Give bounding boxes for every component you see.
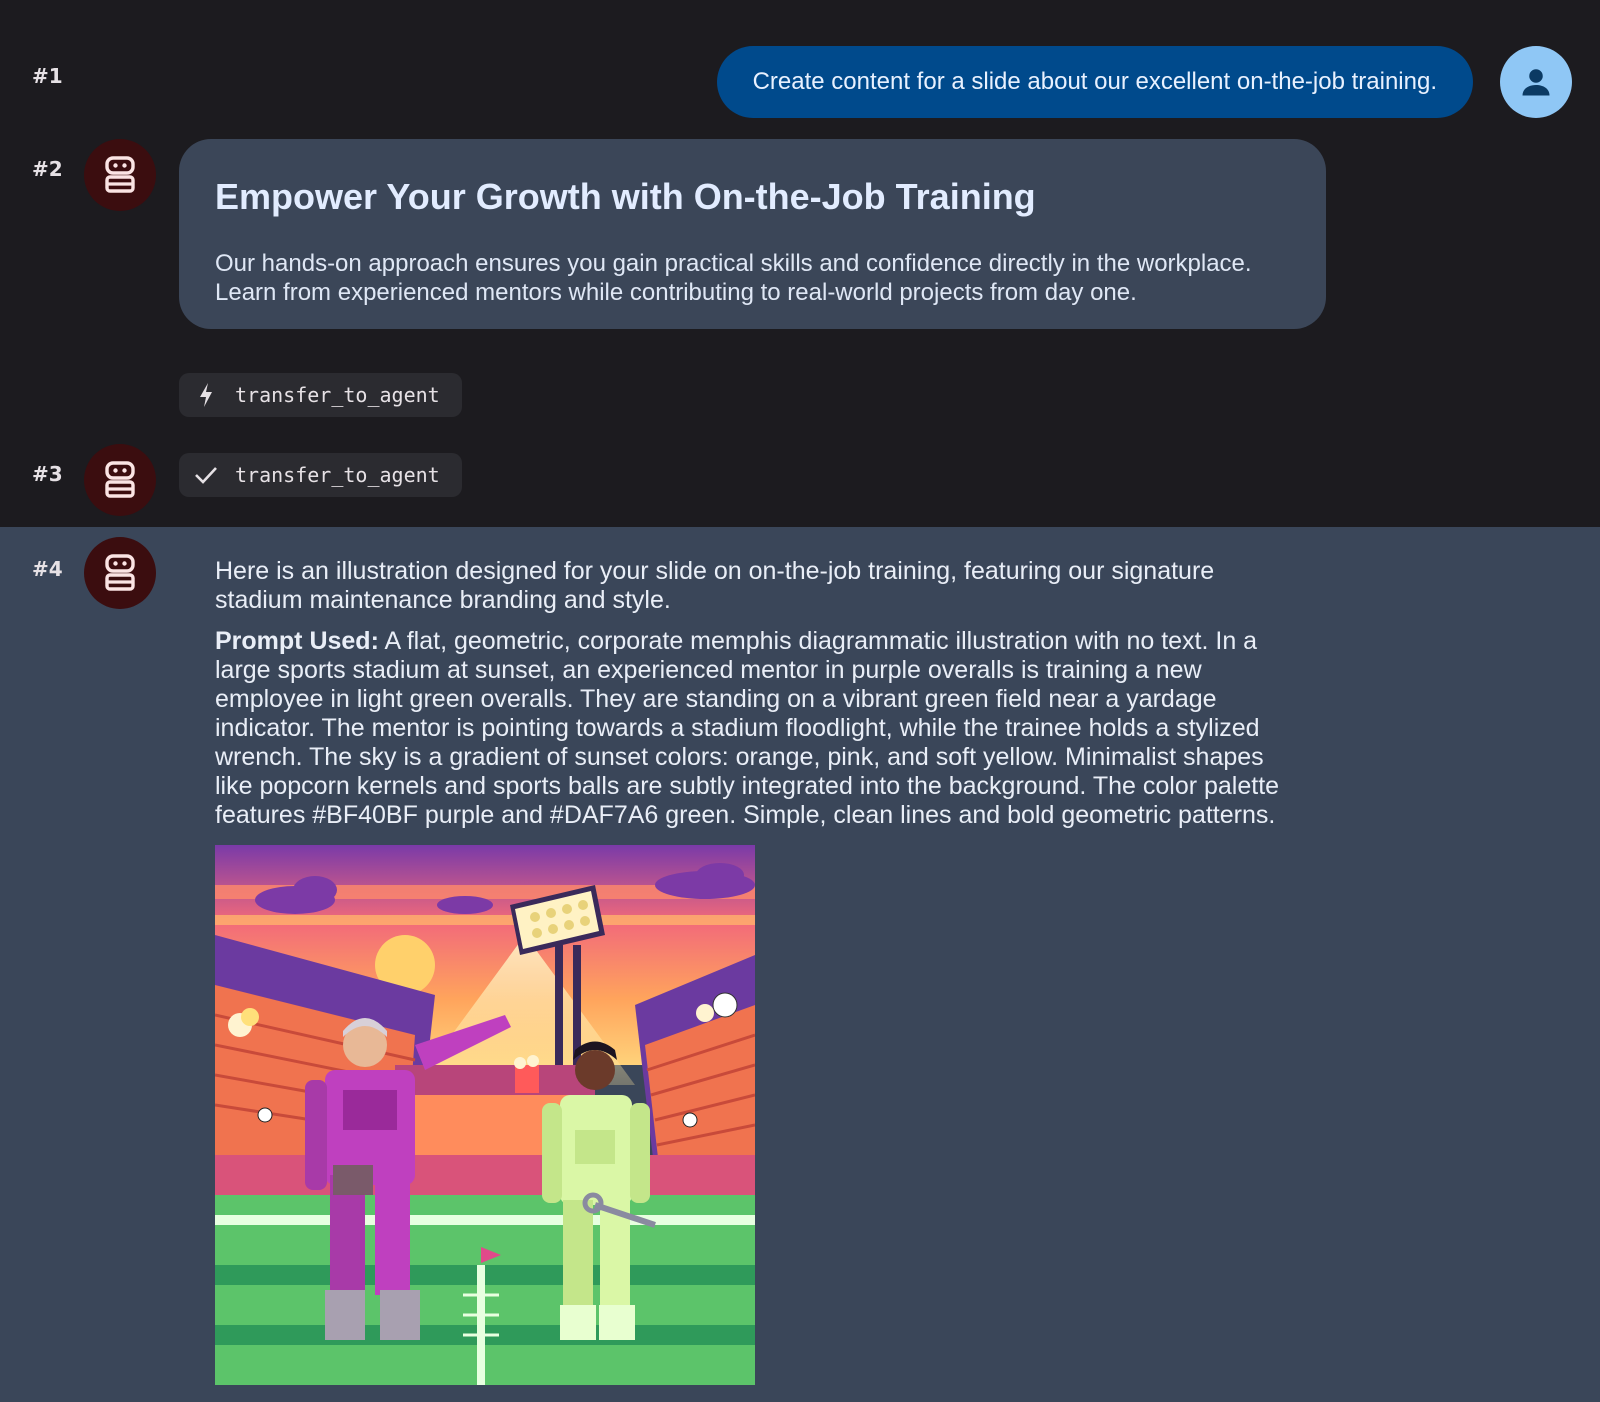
- message-index: #2: [32, 157, 63, 181]
- robot-icon: [105, 461, 135, 498]
- user-message-bubble: Create content for a slide about our exc…: [716, 46, 1473, 118]
- agent-message-bubble: Empower Your Growth with On-the-Job Trai…: [179, 139, 1326, 329]
- tool-call-name: transfer_to_agent: [235, 383, 440, 407]
- person-icon: [1522, 69, 1550, 96]
- message-index: #3: [32, 462, 63, 486]
- agent-avatar: [84, 444, 156, 516]
- message-index: #1: [32, 64, 63, 88]
- slide-title: Empower Your Growth with On-the-Job Trai…: [215, 176, 1036, 217]
- agent-avatar: [84, 537, 156, 609]
- robot-icon: [105, 554, 135, 591]
- slide-body: Our hands-on approach ensures you gain p…: [215, 250, 1252, 306]
- user-avatar: [1500, 46, 1572, 118]
- stadium-training-illustration[interactable]: [215, 845, 755, 1385]
- yardage-indicator: [477, 1265, 485, 1385]
- intro-text: Here is an illustration designed for you…: [215, 557, 1215, 614]
- robot-icon: [105, 156, 135, 193]
- message-4: #4 Here is an illustration designed for …: [0, 527, 1600, 1402]
- agent-avatar: [84, 139, 156, 211]
- tool-call-chip[interactable]: transfer_to_agent: [179, 373, 462, 417]
- field: [215, 1195, 755, 1385]
- prompt-label: Prompt Used:: [215, 627, 379, 655]
- tool-result-name: transfer_to_agent: [235, 463, 440, 487]
- lightning-icon: [193, 382, 219, 408]
- tool-result-chip[interactable]: transfer_to_agent: [179, 453, 462, 497]
- agent-message-text: Here is an illustration designed for you…: [215, 557, 1305, 842]
- message-index: #4: [32, 557, 63, 581]
- prompt-text: A flat, geometric, corporate memphis dia…: [215, 627, 1280, 829]
- check-icon: [193, 462, 219, 488]
- prompt-paragraph: Prompt Used: A flat, geometric, corporat…: [215, 627, 1305, 830]
